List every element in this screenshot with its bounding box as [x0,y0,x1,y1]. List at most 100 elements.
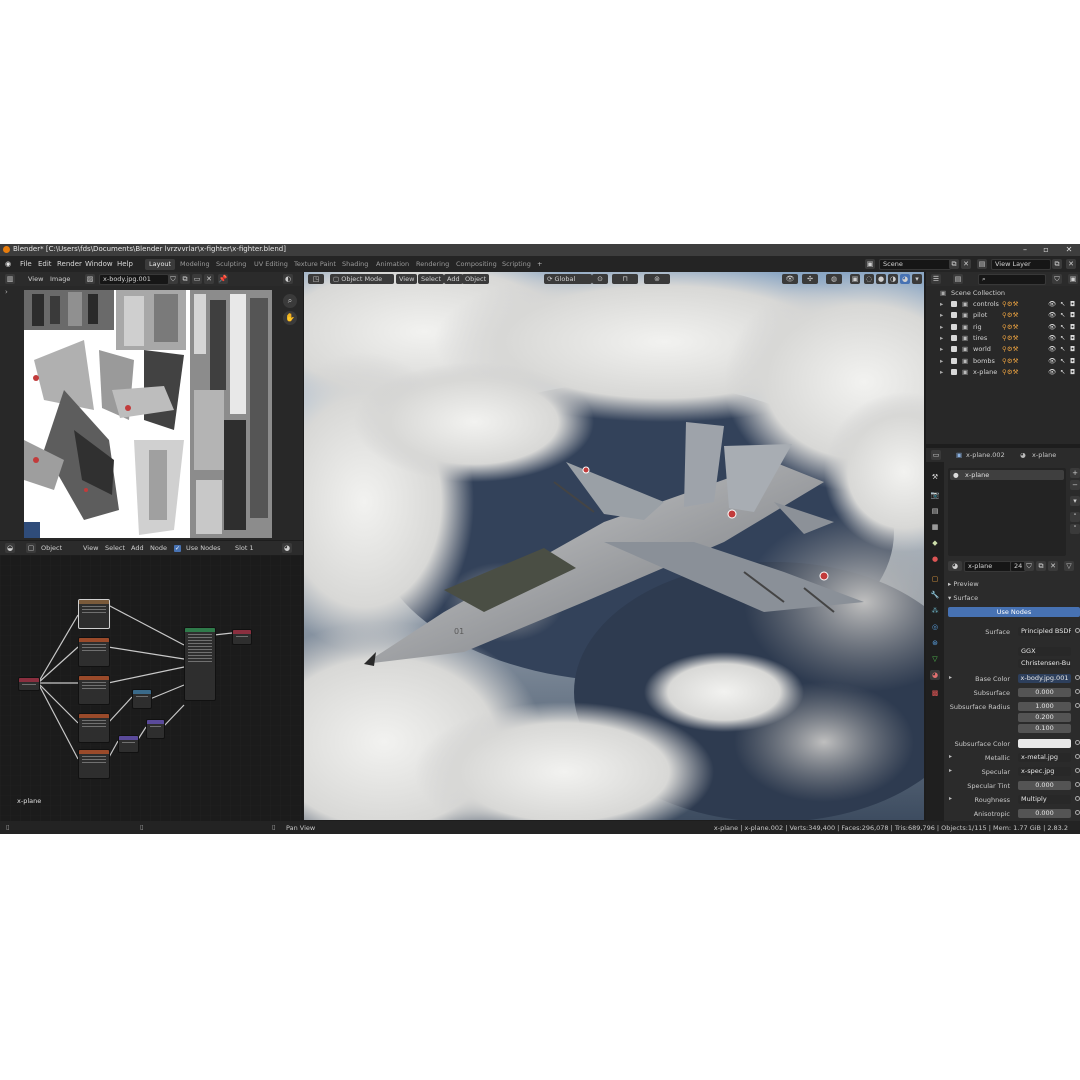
shading-wireframe-icon[interactable]: ◌ [864,274,874,284]
output-tab-icon[interactable]: ▤ [930,506,940,516]
tab-compositing[interactable]: Compositing [452,259,501,270]
eye-icon[interactable]: 👁 [1048,357,1056,365]
display-mode-icon[interactable]: ▤ [953,274,963,284]
node-editor-area[interactable]: x-plane [0,555,303,821]
view-layer-tab-icon[interactable]: ▦ [930,522,940,532]
outliner-item-bombs[interactable]: ▸ ▣ bombs ⚲⚙⚒ 👁 ↖ ◘ [926,356,1080,367]
expand-icon[interactable]: ▸ [940,357,943,365]
node-bump[interactable] [146,719,165,739]
tab-rendering[interactable]: Rendering [412,259,453,270]
physics-tab-icon[interactable]: ◎ [930,622,940,632]
tab-texture-paint[interactable]: Texture Paint [290,259,340,270]
material-slot-list[interactable]: ● x-plane [948,468,1066,556]
exclude-checkbox[interactable] [951,312,957,319]
base-color-field[interactable]: x-body.jpg.001 [1018,674,1071,683]
world-tab-icon[interactable]: ● [930,554,940,564]
anisotropic-socket-icon[interactable] [1075,810,1080,815]
select-arrow-icon[interactable]: ↖ [1060,300,1065,308]
viewport-object-menu[interactable]: Object [462,274,490,284]
base-color-socket-icon[interactable] [1075,675,1080,680]
proportional-editing-icon[interactable]: ⊚ [644,274,670,284]
tab-uv-editing[interactable]: UV Editing [250,259,292,270]
image-name-field[interactable]: x-body.jpg.001 [99,274,169,285]
material-tab-icon[interactable]: ◕ [930,670,940,680]
menu-render[interactable]: Render [57,260,82,268]
specular-socket-icon[interactable] [1075,768,1080,773]
material-name-field[interactable]: x-plane [964,561,1014,572]
surface-socket-icon[interactable] [1075,628,1080,633]
scene-browse-icon[interactable]: ▣ [865,259,875,269]
specular-expand-icon[interactable]: ▸ [949,767,952,774]
node-add-menu[interactable]: Add [128,543,147,553]
toolbar-toggle-icon[interactable]: › [5,288,13,296]
material-browse-button[interactable]: ◕ [948,561,962,571]
eye-icon[interactable]: 👁 [1048,300,1056,308]
select-arrow-icon[interactable]: ↖ [1060,334,1065,342]
metallic-expand-icon[interactable]: ▸ [949,753,952,760]
add-slot-button[interactable]: + [1070,468,1080,478]
shader-type-icon[interactable]: ▢ [26,543,36,553]
preview-panel-header[interactable]: ▸ Preview [948,580,979,588]
material-fake-user-icon[interactable]: ⛉ [1024,561,1034,571]
roughness-expand-icon[interactable]: ▸ [949,795,952,802]
exclude-checkbox[interactable] [951,346,957,353]
visibility-icon[interactable]: 👁 [782,274,798,284]
subsurface-field[interactable]: 0.000 [1018,688,1071,697]
camera-icon[interactable]: ◘ [1070,357,1075,365]
node-image-texture-2[interactable] [78,637,110,667]
subsurface-socket-icon[interactable] [1075,689,1080,694]
menu-window[interactable]: Window [85,260,113,268]
node-image-texture-4[interactable] [78,713,110,743]
base-color-expand-icon[interactable]: ▸ [949,674,952,681]
slot-dropdown[interactable]: Slot 1 [232,543,257,553]
filter-icon[interactable]: ⛉ [1052,274,1062,284]
subsurface-radius-y-field[interactable]: 0.200 [1018,713,1071,722]
menu-edit[interactable]: Edit [38,260,52,268]
material-slot-item[interactable]: ● x-plane [950,470,1064,480]
node-math[interactable] [132,689,152,709]
remove-view-layer-icon[interactable]: ✕ [1066,259,1076,269]
pivot-point-icon[interactable]: ⊙ [592,274,608,284]
metallic-socket-icon[interactable] [1075,754,1080,759]
xray-icon[interactable]: ▣ [850,274,860,284]
expand-icon[interactable]: ▸ [940,368,943,376]
node-principled-bsdf[interactable] [184,627,216,701]
surface-shader-field[interactable]: Principled BSDF [1018,627,1071,636]
select-arrow-icon[interactable]: ↖ [1060,357,1065,365]
outliner-search-input[interactable]: ⌕ [978,274,1046,285]
remove-scene-icon[interactable]: ✕ [961,259,971,269]
node-node-menu[interactable]: Node [147,543,170,553]
overlays-icon[interactable]: ◍ [826,274,842,284]
move-slot-up-icon[interactable]: ˄ [1070,512,1080,522]
blender-menu-icon[interactable]: ◉ [5,260,11,268]
eye-icon[interactable]: 👁 [1048,368,1056,376]
maximize-button[interactable]: ▫ [1035,244,1057,256]
tab-scripting[interactable]: Scripting [498,259,535,270]
node-editor-type-icon[interactable]: ◒ [5,543,15,553]
outliner-item-controls[interactable]: ▸ ▣ controls ⚲⚙⚒ 👁 ↖ ◘ [926,299,1080,310]
shading-solid-icon[interactable]: ● [876,274,886,284]
render-tab-icon[interactable]: 📷 [930,490,940,500]
slot-specials-icon[interactable]: ▾ [1070,496,1080,506]
image-image-menu[interactable]: Image [47,274,73,284]
image-editor-area[interactable]: › ⌕ ✋ [0,286,303,540]
subsurface-radius-z-field[interactable]: 0.100 [1018,724,1071,733]
camera-icon[interactable]: ◘ [1070,334,1075,342]
tab-animation[interactable]: Animation [372,259,413,270]
outliner-item-world[interactable]: ▸ ▣ world ⚲⚙⚒ 👁 ↖ ◘ [926,344,1080,355]
specular-field[interactable]: x-spec.jpg [1018,767,1071,776]
camera-icon[interactable]: ◘ [1070,300,1075,308]
data-tab-icon[interactable]: ▽ [930,654,940,664]
display-channels-icon[interactable]: ◐ [283,274,293,284]
exclude-checkbox[interactable] [951,357,957,364]
roughness-socket-icon[interactable] [1075,796,1080,801]
scene-tab-icon[interactable]: ◆ [930,538,940,548]
use-nodes-checkbox[interactable]: ✓ [174,545,181,552]
orientation-dropdown[interactable]: ⟳ Global [544,274,592,284]
menu-help[interactable]: Help [117,260,133,268]
roughness-field[interactable]: Multiply [1018,795,1071,804]
modifier-tab-icon[interactable]: 🔧 [930,590,940,600]
new-scene-icon[interactable]: ⧉ [949,259,959,269]
outliner-editor-type-icon[interactable]: ☰ [931,274,941,284]
eye-icon[interactable]: 👁 [1048,323,1056,331]
